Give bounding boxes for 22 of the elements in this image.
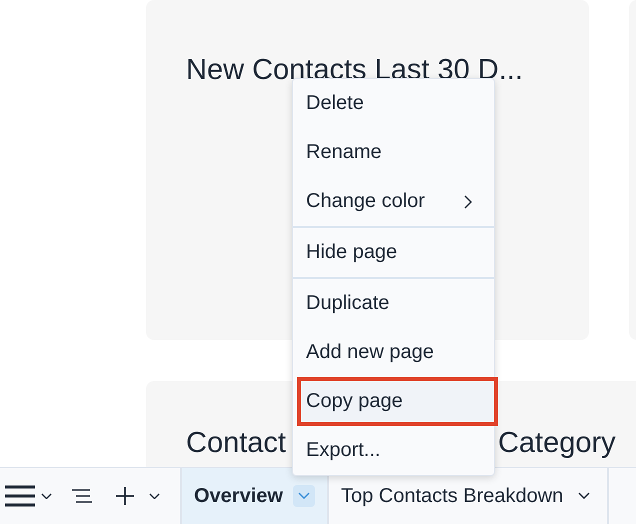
chevron-down-icon: [149, 492, 160, 500]
page-tab[interactable]: Overview: [182, 468, 329, 524]
menu-item[interactable]: Rename: [293, 128, 494, 177]
outline-button[interactable]: [72, 488, 92, 504]
menu-item[interactable]: Delete: [293, 79, 494, 128]
chevron-down-icon: [41, 492, 52, 500]
menu-icon: [5, 485, 35, 507]
menu-item[interactable]: Add new page: [293, 328, 494, 377]
menu-button[interactable]: [5, 485, 52, 507]
chevron-down-icon: [578, 492, 590, 500]
add-page-button[interactable]: [116, 487, 134, 505]
more-button[interactable]: [149, 492, 160, 500]
list-icon: [72, 488, 92, 504]
card-title: Contact: [186, 426, 286, 461]
menu-item[interactable]: Hide page: [293, 228, 494, 277]
card-title: Category: [498, 426, 616, 461]
plus-icon: [116, 487, 134, 505]
chevron-right-icon: [464, 194, 472, 208]
menu-item[interactable]: Duplicate: [293, 279, 494, 328]
menu-item[interactable]: Change color: [293, 177, 494, 226]
chevron-down-icon: [298, 492, 310, 500]
menu-item[interactable]: Copy page: [297, 377, 498, 426]
